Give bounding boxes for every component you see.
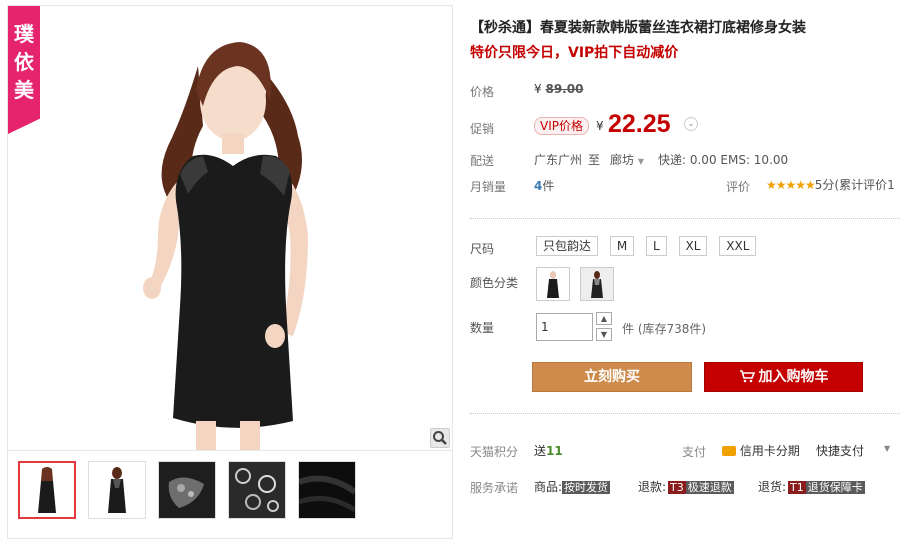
- thumbnail-strip: [18, 461, 356, 519]
- model-illustration: [143, 42, 308, 450]
- quantity-decrease-button[interactable]: ▼: [596, 328, 612, 341]
- add-to-cart-label: 加入购物车: [758, 369, 829, 385]
- color-black-image: [547, 271, 559, 298]
- brand-tag-text: 璞依美: [14, 22, 34, 102]
- product-info-panel: 【秒杀通】春夏装新款韩版蕾丝连衣裙打底裙修身女装 特价只限今日，VIP拍下自动减…: [470, 0, 900, 544]
- rating-stars-icon: ★★★★★: [766, 178, 816, 192]
- color-options: [536, 267, 620, 304]
- price-label: 价格: [470, 85, 495, 99]
- thumb-back-image: [108, 467, 126, 513]
- thumb-front-image: [38, 467, 56, 513]
- sales-unit: 件: [542, 179, 555, 193]
- promo-price: 22.25: [608, 110, 671, 138]
- credit-installment[interactable]: 信用卡分期: [722, 442, 800, 459]
- currency-symbol: ¥: [534, 82, 542, 96]
- monthly-sales-label: 月销量: [470, 180, 507, 194]
- refund-code-badge: T3: [668, 481, 686, 494]
- service-goods-label: 商品:: [534, 480, 563, 494]
- section-divider-2: [470, 413, 900, 414]
- size-label: 尺码: [470, 242, 495, 256]
- thumbnail-back[interactable]: [88, 461, 146, 519]
- on-time-badge: 按时发货: [562, 481, 611, 494]
- promo-label: 促销: [470, 122, 495, 136]
- shipping-label: 配送: [470, 154, 495, 168]
- credit-card-icon: [722, 446, 736, 456]
- color-option-black-lace[interactable]: [579, 267, 614, 301]
- color-lace-image: [580, 268, 613, 300]
- quick-pay-label: 快捷支付: [816, 444, 865, 458]
- service-label: 服务承诺: [470, 481, 519, 495]
- rating-summary[interactable]: ★★★★★5分(累计评价1: [766, 176, 895, 193]
- service-refund: 退款: T3 极速退款: [638, 478, 734, 495]
- thumbnail-fabric[interactable]: [298, 461, 356, 519]
- credit-installment-label: 信用卡分期: [739, 444, 800, 458]
- thumbnail-front[interactable]: [18, 461, 76, 519]
- size-option-yunda[interactable]: 只包韵达: [536, 236, 599, 256]
- quantity-label: 数量: [470, 321, 495, 335]
- payment-chevron-icon[interactable]: ▼: [884, 444, 890, 453]
- service-returns-label: 退货:: [758, 480, 787, 494]
- product-subtitle: 特价只限今日，VIP拍下自动减价: [470, 45, 679, 61]
- color-label: 颜色分类: [470, 276, 519, 290]
- product-title: 【秒杀通】春夏装新款韩版蕾丝连衣裙打底裙修身女装: [470, 20, 806, 36]
- buy-now-button[interactable]: 立刻购买: [532, 362, 692, 392]
- size-option-l[interactable]: L: [646, 236, 667, 256]
- quantity-increase-button[interactable]: ▲: [596, 312, 612, 325]
- original-price-value: 89.00: [545, 82, 584, 96]
- points-label: 天猫积分: [470, 445, 519, 459]
- points-value: 送11: [534, 442, 563, 459]
- destination-chevron-icon: ▼: [637, 157, 644, 166]
- color-option-black[interactable]: [536, 267, 570, 301]
- service-refund-label: 退款:: [638, 480, 667, 494]
- vip-price-tag: VIP价格: [534, 117, 589, 135]
- fast-refund-badge: 极速退款: [685, 481, 734, 494]
- stock-text: 件 (库存738件): [622, 322, 707, 336]
- thumb-lace-closeup-image: [229, 462, 285, 518]
- ship-to-word: 至: [588, 153, 601, 167]
- section-divider-1: [470, 218, 900, 219]
- monthly-sales: 4件: [534, 177, 554, 194]
- size-option-xxl[interactable]: XXL: [719, 236, 757, 256]
- main-product-photo[interactable]: 璞依美: [8, 6, 452, 451]
- returns-guarantee-badge: 退货保障卡: [805, 481, 865, 494]
- returns-code-badge: T1: [788, 481, 806, 494]
- price-detail-chevron-icon[interactable]: ⌄: [684, 117, 698, 131]
- add-to-cart-button[interactable]: 加入购物车: [704, 362, 863, 392]
- service-goods: 商品: 按时发货: [534, 478, 611, 495]
- original-price: ¥ 89.00: [534, 82, 583, 96]
- size-option-xl[interactable]: XL: [678, 236, 708, 256]
- magnifier-icon: [433, 431, 447, 445]
- thumb-lace-image: [159, 462, 215, 518]
- rating-text: 5分(累计评价1: [814, 178, 895, 192]
- thumbnail-lace-closeup[interactable]: [228, 461, 286, 519]
- brand-tag: 璞依美: [8, 6, 40, 134]
- promo-currency: ¥: [596, 119, 604, 133]
- quantity-input[interactable]: [536, 313, 593, 341]
- ship-destination-select[interactable]: 廊坊 ▼: [610, 151, 644, 168]
- size-options: 只包韵达 M L XL XXL: [536, 236, 764, 256]
- thumbnail-lace-detail[interactable]: [158, 461, 216, 519]
- thumb-fabric-image: [299, 462, 355, 518]
- cart-icon: [739, 370, 755, 383]
- size-option-m[interactable]: M: [609, 236, 635, 256]
- shipping-fees: 快递: 0.00 EMS: 10.00: [658, 153, 789, 167]
- product-gallery: 璞依美: [7, 5, 453, 539]
- service-returns: 退货: T1 退货保障卡: [758, 478, 865, 495]
- points-send: 送: [534, 444, 547, 458]
- ship-from: 广东广州: [534, 153, 583, 167]
- rating-label: 评价: [726, 180, 751, 194]
- quick-pay[interactable]: 快捷支付: [816, 442, 864, 459]
- zoom-button[interactable]: [430, 428, 450, 448]
- payment-label: 支付: [682, 445, 707, 459]
- ship-destination: 廊坊: [610, 153, 635, 167]
- points-number: 11: [546, 444, 563, 458]
